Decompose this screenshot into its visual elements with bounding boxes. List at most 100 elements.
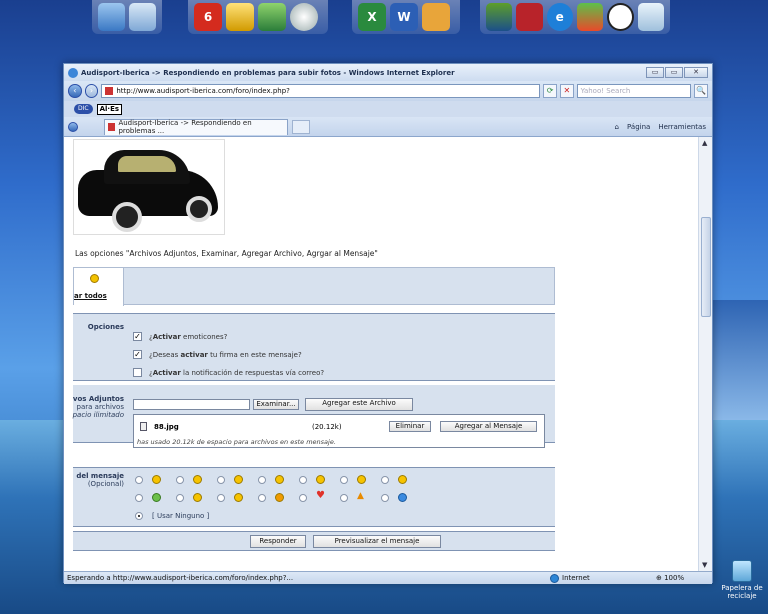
tools-menu[interactable]: Herramientas: [658, 123, 706, 131]
security-zone[interactable]: Internet: [550, 573, 590, 583]
signature-checkbox[interactable]: ✓: [133, 350, 142, 359]
dock-picture-icon[interactable]: [258, 3, 286, 31]
reply-button[interactable]: Responder: [250, 535, 306, 548]
dock-word-icon[interactable]: W: [390, 3, 418, 31]
post-icon-radio[interactable]: [217, 476, 225, 484]
recycle-bin-icon: [732, 560, 752, 582]
post-icon-radio[interactable]: [340, 494, 348, 502]
scroll-down-arrow-icon[interactable]: ▼: [702, 561, 707, 569]
search-input[interactable]: Yahoo! Search: [576, 84, 692, 98]
new-tab-button[interactable]: [292, 119, 310, 134]
preview-button[interactable]: Previsualizar el mensaje: [313, 535, 441, 548]
back-button[interactable]: ‹: [68, 84, 82, 98]
scroll-up-arrow-icon[interactable]: ▲: [702, 139, 707, 147]
question-emoticon-icon: [398, 493, 407, 502]
tab-favicon-icon: [108, 123, 116, 131]
dock-media-icon[interactable]: [486, 3, 513, 31]
search-icon[interactable]: 🔍: [694, 84, 709, 98]
forward-button[interactable]: ›: [84, 84, 99, 98]
post-icon-radio[interactable]: [176, 476, 184, 484]
home-icon[interactable]: ⌂: [615, 123, 619, 131]
zoom-level[interactable]: ⊕ 100%: [656, 574, 684, 582]
address-field[interactable]: http://www.audisport-iberica.com/foro/in…: [101, 84, 541, 98]
delete-file-button[interactable]: Eliminar: [389, 421, 431, 432]
stop-button[interactable]: ✕: [559, 84, 574, 98]
refresh-button[interactable]: ⟳: [543, 84, 557, 98]
close-button[interactable]: ✕: [684, 67, 708, 78]
post-icon-radio[interactable]: [135, 494, 143, 502]
post-icon-radio[interactable]: [176, 494, 184, 502]
language-dropdown[interactable]: Al·Es: [96, 103, 123, 115]
attachments-band: vos Adjuntos para archivos pacio ilimita…: [73, 385, 555, 448]
smile-emoticon-icon: [152, 475, 161, 484]
post-icon-band: del mensaje (Opcional) ♥ ▲ [Usar Ningun…: [73, 467, 555, 527]
post-icon-radio[interactable]: [258, 476, 266, 484]
window-title: Audisport-Iberica -> Respondiendo en pro…: [81, 68, 455, 77]
car-wheel-rear: [186, 196, 212, 222]
dock-excel-icon[interactable]: X: [358, 3, 386, 31]
emoticons-option-text: ¿Activar emoticones?: [149, 333, 228, 341]
dock-trash-icon[interactable]: [637, 3, 665, 31]
page-menu[interactable]: Página: [627, 123, 650, 131]
add-file-button[interactable]: Agregar este Archivo: [305, 398, 413, 411]
favorites-star-icon[interactable]: [68, 121, 78, 132]
dock-computer-icon[interactable]: [129, 3, 156, 31]
warning-emoticon-icon: ▲: [357, 491, 364, 501]
signature-option-text: ¿Deseas activar tu firma en este mensaje…: [149, 351, 302, 359]
internet-globe-icon: [550, 573, 559, 583]
command-bar: ⌂ Página Herramientas: [615, 123, 712, 131]
browse-button[interactable]: Examinar...: [253, 399, 299, 410]
recycle-bin-label: Papelera de reciclaje: [721, 584, 763, 600]
title-bar[interactable]: Audisport-Iberica -> Respondiendo en pro…: [64, 64, 712, 81]
post-icon-radio[interactable]: [217, 494, 225, 502]
dock-ie-icon[interactable]: e: [546, 3, 573, 31]
dock-photo-icon[interactable]: [422, 3, 450, 31]
surprised-emoticon-icon: [316, 475, 325, 484]
dock-clock-icon[interactable]: [607, 3, 634, 31]
address-url: http://www.audisport-iberica.com/foro/in…: [116, 87, 290, 95]
emoticon-tabstrip: ar todos: [73, 267, 555, 306]
browser-window: Audisport-Iberica -> Respondiendo en pro…: [63, 63, 713, 584]
dock-group-2: 6: [188, 0, 328, 34]
submit-band: Responder Previsualizar el mensaje: [73, 531, 555, 551]
minimize-button[interactable]: ▭: [646, 67, 664, 78]
add-to-post-button[interactable]: Agregar al Mensaje: [440, 421, 537, 432]
no-icon-radio[interactable]: [135, 512, 143, 520]
post-icon-radio[interactable]: [299, 494, 307, 502]
sick-emoticon-icon: [152, 493, 161, 502]
emoticons-checkbox[interactable]: ✓: [133, 332, 142, 341]
post-icon-radio[interactable]: [381, 476, 389, 484]
post-icon-radio[interactable]: [340, 476, 348, 484]
notify-checkbox[interactable]: [133, 368, 142, 377]
dock-app6-icon[interactable]: 6: [194, 3, 222, 31]
maximize-button[interactable]: ▭: [665, 67, 683, 78]
post-icon-radio[interactable]: [135, 476, 143, 484]
car-window-shape: [118, 156, 176, 172]
attached-file-name: 88.jpg: [154, 423, 179, 431]
post-icon-radio[interactable]: [299, 476, 307, 484]
wink-emoticon-icon: [193, 475, 202, 484]
tab-audisport[interactable]: Audisport-Iberica -> Respondiendo en pro…: [104, 118, 288, 135]
dock-books-icon[interactable]: [516, 3, 543, 31]
file-path-input[interactable]: [133, 399, 250, 410]
vertical-scrollbar[interactable]: ▲ ▼: [698, 137, 712, 571]
scroll-thumb[interactable]: [701, 217, 711, 317]
desktop-recycle-bin[interactable]: Papelera de reciclaje: [718, 560, 766, 600]
usage-note: has usado 20.12k de espacio para archivo…: [137, 438, 336, 446]
post-icon-radio[interactable]: [258, 494, 266, 502]
heart-emoticon-icon: ♥: [316, 490, 325, 501]
options-band: Opciones ✓ ¿Activar emoticones? ✓ ¿Desea…: [73, 313, 555, 381]
dic-toolbar-button[interactable]: DIC: [74, 104, 93, 114]
attached-files-box: 88.jpg (20.12k) Eliminar Agregar al Mens…: [133, 414, 545, 448]
attachments-label: vos Adjuntos para archivos pacio ilimita…: [72, 395, 124, 419]
dock-monitor-icon[interactable]: [98, 3, 125, 31]
show-all-link[interactable]: ar todos: [74, 292, 107, 300]
dock-messenger-icon[interactable]: [576, 3, 604, 31]
post-icon-radio[interactable]: [381, 494, 389, 502]
dock-star-icon[interactable]: [226, 3, 254, 31]
arrow-emoticon-icon: [275, 493, 284, 502]
dock-dvd-icon[interactable]: [290, 3, 318, 31]
status-text: Esperando a http://www.audisport-iberica…: [67, 574, 294, 582]
page-content: Las opciones "Archivos Adjuntos, Examina…: [64, 137, 698, 571]
emoticon-tab[interactable]: ar todos: [74, 268, 124, 306]
